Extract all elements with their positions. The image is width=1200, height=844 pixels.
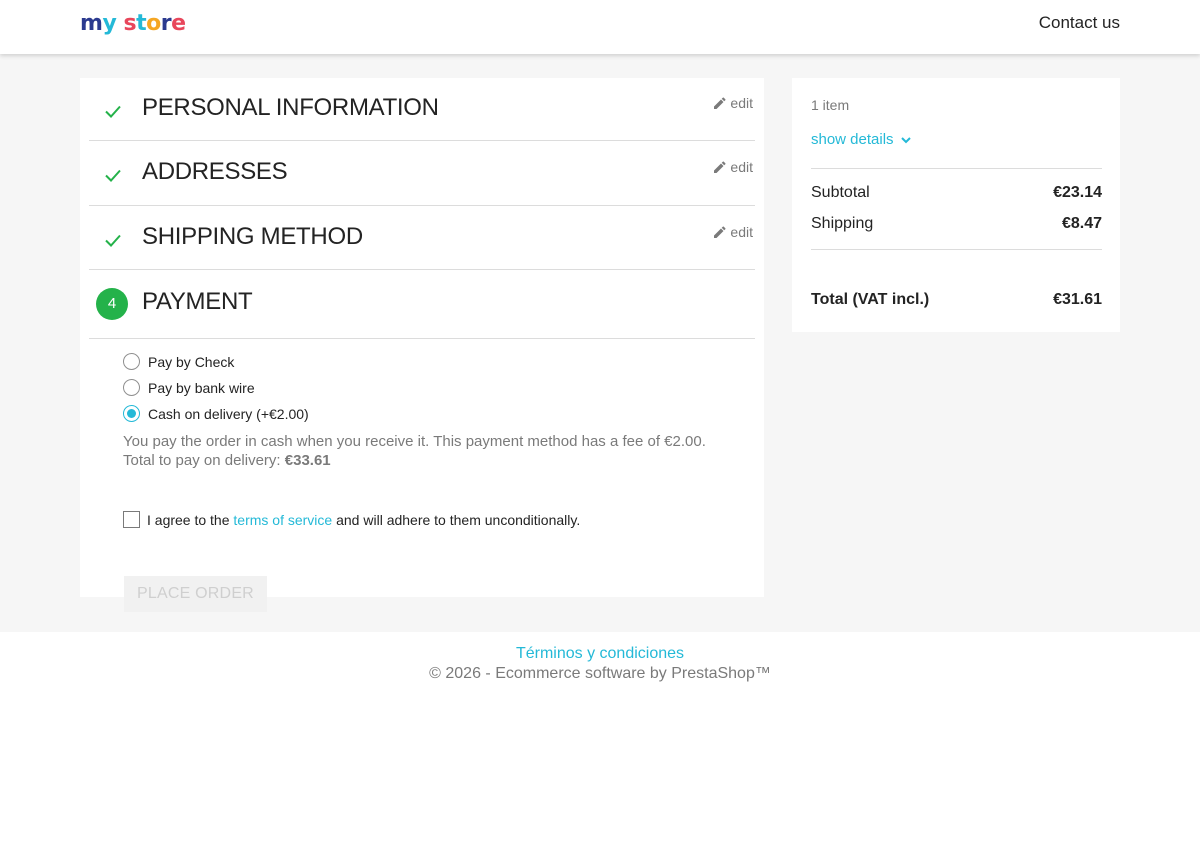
shipping-value: €8.47	[1061, 215, 1102, 232]
payment-option-check[interactable]: Pay by Check	[123, 353, 234, 370]
payment-info-text: You pay the order in cash when you recei…	[123, 433, 706, 450]
logo-letter: s	[123, 11, 137, 36]
site-header: my store Contact us	[0, 0, 1200, 54]
subtotal-row: Subtotal €23.14	[811, 184, 1102, 202]
shipping-row: Shipping €8.47	[811, 215, 1102, 233]
logo-letter: o	[146, 11, 161, 36]
payment-info: You pay the order in cash when you recei…	[123, 432, 706, 470]
radio-button[interactable]	[123, 379, 140, 396]
logo-letter: y	[102, 11, 117, 36]
terms-agreement: I agree to the terms of service and will…	[123, 511, 580, 528]
terms-checkbox[interactable]	[123, 511, 140, 528]
edit-addresses-button[interactable]: edit	[714, 159, 753, 175]
check-icon	[105, 169, 121, 182]
radio-button[interactable]	[123, 405, 140, 422]
logo-letter: r	[160, 11, 172, 36]
copyright-text: © 2026 - Ecommerce software by PrestaSho…	[429, 665, 771, 682]
subtotal-value: €23.14	[1053, 184, 1102, 201]
edit-label: edit	[730, 95, 753, 111]
payment-total-line: Total to pay on delivery: €33.61	[123, 451, 706, 470]
checkout-steps: PERSONAL INFORMATION edit ADDRESSES edit…	[80, 78, 764, 612]
step-addresses: ADDRESSES edit	[89, 141, 755, 206]
logo-letter: m	[80, 11, 103, 36]
payment-total-amount: €33.61	[284, 452, 331, 469]
chevron-down-icon	[900, 136, 911, 143]
payment-option-label: Pay by Check	[148, 353, 235, 370]
shipping-label: Shipping	[811, 215, 874, 232]
payment-option-label: Cash on delivery (+€2.00)	[148, 405, 309, 422]
terms-and-conditions-link[interactable]: Términos y condiciones	[516, 645, 684, 662]
total-label: Total (VAT incl.)	[811, 291, 930, 308]
edit-personal-information-button[interactable]: edit	[714, 95, 753, 111]
total-row: Total (VAT incl.) €31.61	[811, 291, 1102, 309]
place-order-button[interactable]: PLACE ORDER	[124, 576, 267, 612]
step-title: PAYMENT	[142, 288, 253, 315]
step-title: PERSONAL INFORMATION	[142, 94, 439, 121]
step-title: ADDRESSES	[142, 158, 288, 185]
step-shipping-method: SHIPPING METHOD edit	[89, 206, 755, 270]
pencil-icon	[714, 161, 726, 173]
total-value: €31.61	[1053, 291, 1102, 308]
logo-letter: t	[136, 11, 147, 36]
logo-letter	[116, 11, 123, 36]
edit-label: edit	[730, 224, 753, 240]
logo-letter: e	[171, 11, 186, 36]
step-personal-information: PERSONAL INFORMATION edit	[89, 78, 755, 141]
payment-option-cash-on-delivery[interactable]: Cash on delivery (+€2.00)	[123, 405, 309, 422]
divider	[811, 168, 1102, 169]
divider	[811, 249, 1102, 250]
payment-option-label: Pay by bank wire	[148, 379, 255, 396]
subtotal-label: Subtotal	[811, 184, 870, 201]
step-title: SHIPPING METHOD	[142, 223, 363, 250]
cart-summary: 1 item show details Subtotal €23.14 Ship…	[792, 78, 1120, 332]
store-logo[interactable]: my store	[80, 11, 186, 43]
pencil-icon	[714, 97, 726, 109]
edit-label: edit	[730, 159, 753, 175]
edit-shipping-method-button[interactable]: edit	[714, 224, 753, 240]
footer-link-row: Términos y condiciones	[0, 645, 1200, 663]
step-number-badge: 4	[96, 288, 128, 320]
check-icon	[105, 234, 121, 247]
terms-suffix: and will adhere to them unconditionally.	[332, 511, 581, 528]
check-icon	[105, 105, 121, 118]
payment-total-prefix: Total to pay on delivery:	[123, 452, 285, 469]
checkout-main: PERSONAL INFORMATION edit ADDRESSES edit…	[0, 54, 1200, 632]
show-details-toggle[interactable]: show details	[811, 131, 912, 148]
terms-of-service-link[interactable]: terms of service	[233, 512, 332, 528]
show-details-label: show details	[811, 131, 894, 148]
step-payment: 4 PAYMENT	[89, 270, 755, 339]
pencil-icon	[714, 226, 726, 238]
payment-option-bank-wire[interactable]: Pay by bank wire	[123, 379, 255, 396]
contact-us-link[interactable]: Contact us	[1039, 13, 1120, 33]
terms-prefix: I agree to the	[147, 511, 234, 528]
radio-button[interactable]	[123, 353, 140, 370]
item-count: 1 item	[811, 97, 850, 113]
site-footer: Términos y condiciones © 2026 - Ecommerc…	[0, 632, 1200, 844]
